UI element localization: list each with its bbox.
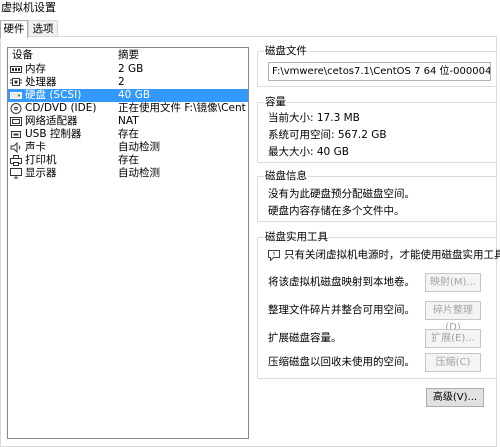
window-title: 虚拟机设置 (1, 1, 56, 14)
display-icon (10, 168, 22, 179)
current-size-text: 当前大小: 17.3 MB (268, 112, 360, 124)
sound-card-icon (10, 142, 22, 153)
disk-info-title: 磁盘信息 (264, 170, 308, 183)
hard-disk-icon (10, 90, 22, 101)
expand-button[interactable]: 扩展(E)... (425, 329, 481, 348)
device-row-display[interactable]: 显示器 自动检测 (8, 167, 248, 180)
utilities-notice-text: 只有关闭虚拟机电源时，才能使用磁盘实用工具。 (284, 249, 500, 261)
device-summary: 2 (118, 76, 125, 88)
processor-icon (10, 77, 22, 88)
device-row-hard-disk[interactable]: 硬盘 (SCSI) 40 GB (8, 89, 248, 102)
disk-file-title: 磁盘文件 (264, 45, 308, 58)
device-name: 硬盘 (SCSI) (25, 89, 82, 101)
usb-controller-icon (10, 129, 22, 140)
printer-icon (10, 155, 22, 166)
device-summary: NAT (118, 115, 139, 127)
device-summary: 2 GB (118, 63, 144, 75)
map-button[interactable]: 映射(M)... (425, 273, 481, 292)
device-column-header[interactable]: 设备 (12, 48, 33, 62)
max-size-text: 最大大小: 40 GB (268, 146, 349, 158)
device-summary: 存在 (118, 154, 139, 166)
advanced-button[interactable]: 高级(V)... (426, 388, 484, 407)
device-summary: 正在使用文件 F:\镜像\CentO... (118, 102, 246, 114)
map-description: 将该虚拟机磁盘映射到本地卷。 (268, 276, 415, 288)
device-name: 网络适配器 (25, 115, 78, 127)
defragment-button[interactable]: 碎片整理(D) (425, 301, 481, 333)
disk-file-group: 磁盘文件 F:\vmwere\cetos7.1\CentOS 7 64 位-00… (257, 45, 497, 87)
capacity-title: 容量 (264, 96, 287, 109)
memory-icon (10, 64, 22, 75)
disk-utilities-group: 磁盘实用工具 只有关闭虚拟机电源时，才能使用磁盘实用工具。 将该虚拟机磁盘映射到… (257, 231, 500, 379)
tab-options[interactable]: 选项 (28, 20, 58, 37)
device-row-memory[interactable]: 内存 2 GB (8, 63, 248, 76)
device-row-usb-controller[interactable]: USB 控制器 存在 (8, 128, 248, 141)
device-summary: 存在 (118, 128, 139, 140)
tab-hardware[interactable]: 硬件 (0, 20, 28, 38)
summary-column-header[interactable]: 摘要 (118, 48, 139, 62)
device-name: 声卡 (25, 141, 46, 153)
device-row-network-adapter[interactable]: 网络适配器 NAT (8, 115, 248, 128)
device-row-processor[interactable]: 处理器 2 (8, 76, 248, 89)
disk-info-line-2: 硬盘内容存储在多个文件中。 (268, 205, 405, 217)
compact-description: 压缩磁盘以回收未使用的空间。 (268, 356, 415, 368)
device-row-sound-card[interactable]: 声卡 自动检测 (8, 141, 248, 154)
device-name: 显示器 (25, 167, 57, 179)
device-row-cd-dvd[interactable]: CD/DVD (IDE) 正在使用文件 F:\镜像\CentO... (8, 102, 248, 115)
disk-file-path-field[interactable]: F:\vmwere\cetos7.1\CentOS 7 64 位-000004.… (268, 62, 491, 81)
device-list-header: 设备 摘要 (8, 48, 248, 62)
disk-utilities-title: 磁盘实用工具 (264, 231, 329, 244)
available-space-text: 系统可用空间: 567.2 GB (268, 129, 387, 141)
cd-dvd-icon (10, 103, 22, 114)
defrag-description: 整理文件碎片并整合可用空间。 (268, 304, 415, 316)
device-name: 打印机 (25, 154, 57, 166)
device-name: USB 控制器 (25, 128, 82, 140)
expand-description: 扩展磁盘容量。 (268, 332, 342, 344)
disk-info-line-1: 没有为此硬盘预分配磁盘空间。 (268, 188, 415, 200)
device-name: CD/DVD (IDE) (25, 102, 97, 114)
device-name: 内存 (25, 63, 46, 75)
device-name: 处理器 (25, 76, 57, 88)
device-summary: 自动检测 (118, 167, 160, 179)
network-adapter-icon (10, 116, 22, 127)
disk-info-group: 磁盘信息 没有为此硬盘预分配磁盘空间。 硬盘内容存储在多个文件中。 (257, 170, 497, 222)
capacity-group: 容量 当前大小: 17.3 MB 系统可用空间: 567.2 GB 最大大小: … (257, 96, 497, 163)
device-summary: 自动检测 (118, 141, 160, 153)
device-row-printer[interactable]: 打印机 存在 (8, 154, 248, 167)
info-icon (268, 250, 280, 261)
device-summary: 40 GB (118, 89, 151, 101)
compact-button[interactable]: 压缩(C) (425, 353, 481, 372)
device-list[interactable]: 设备 摘要 内存 2 GB 处理器 2 硬盘 (SCSI) 40 GB CD/D… (7, 47, 249, 439)
